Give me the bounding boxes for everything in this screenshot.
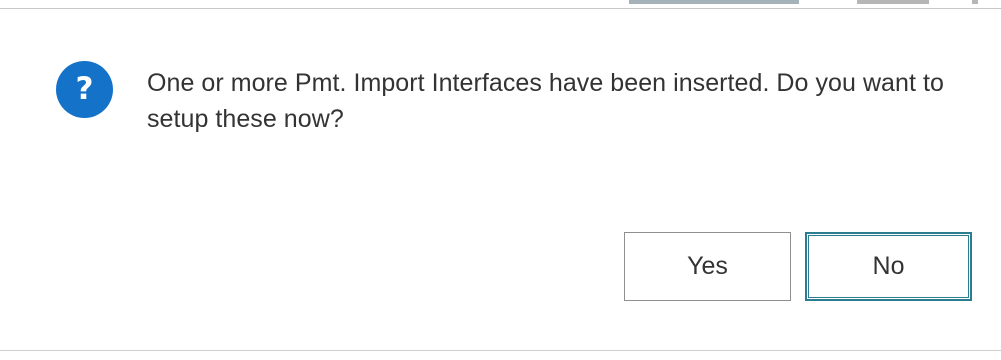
question-icon: ? [56, 61, 113, 118]
background-window-fragment [972, 0, 978, 4]
dialog-bottom-border [0, 350, 1001, 351]
dialog-screen: ? One or more Pmt. Import Interfaces hav… [0, 0, 1001, 360]
background-window-fragment [857, 0, 929, 4]
no-button[interactable]: No [805, 232, 972, 301]
background-window-fragment [629, 0, 799, 4]
confirmation-message: One or more Pmt. Import Interfaces have … [147, 69, 944, 133]
yes-button[interactable]: Yes [624, 232, 791, 301]
